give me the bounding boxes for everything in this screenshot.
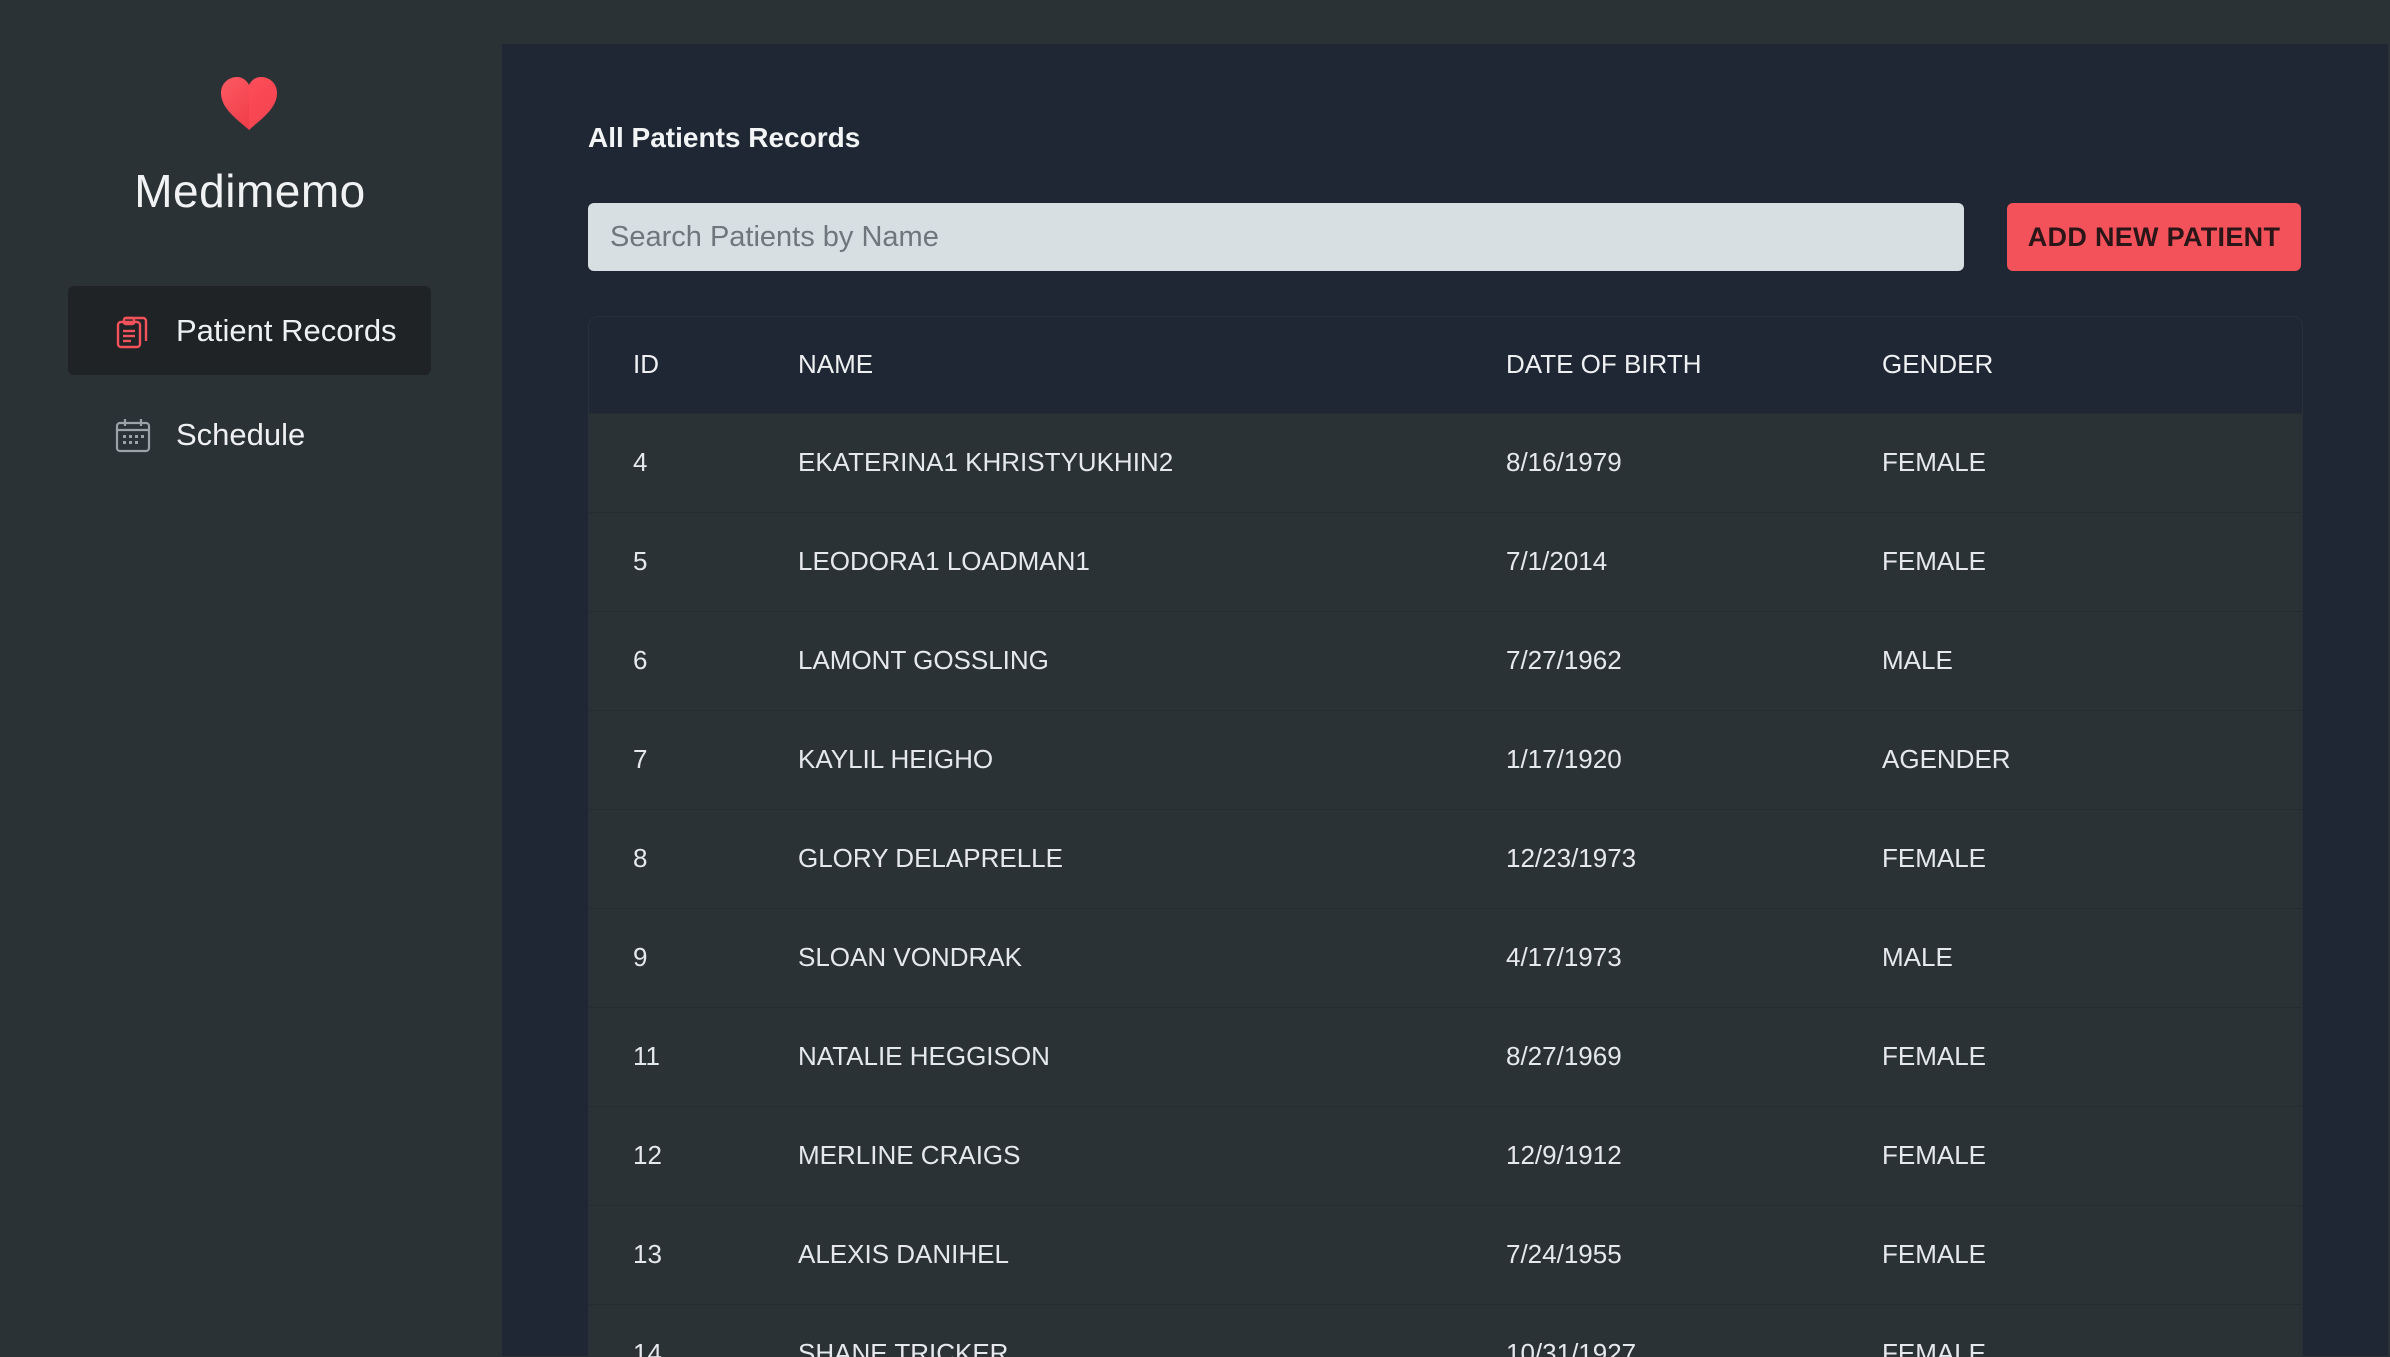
cell-dob: 8/16/1979	[1506, 447, 1622, 477]
heart-logo-icon	[219, 76, 279, 132]
table-row[interactable]: 11 NATALIE HEGGISON 8/27/1969 FEMALE	[589, 1007, 2302, 1106]
cell-name: KAYLIL HEIGHO	[798, 744, 994, 774]
cell-id: 4	[633, 447, 648, 477]
sidebar: Medimemo Patient Records Schedule	[0, 0, 502, 1356]
cell-dob: 7/27/1962	[1506, 645, 1622, 675]
cell-name: LAMONT GOSSLING	[798, 645, 1049, 675]
sidebar-item-schedule[interactable]: Schedule	[68, 390, 431, 479]
sidebar-item-label: Schedule	[176, 416, 306, 452]
cell-id: 12	[633, 1140, 662, 1170]
table-row[interactable]: 14 SHANE TRICKER 10/31/1927 FEMALE	[589, 1304, 2302, 1357]
cell-dob: 12/9/1912	[1506, 1140, 1622, 1170]
cell-dob: 7/1/2014	[1506, 546, 1608, 576]
cell-name: LEODORA1 LOADMAN1	[798, 546, 1090, 576]
cell-id: 11	[633, 1041, 660, 1071]
cell-dob: 12/23/1973	[1506, 843, 1637, 873]
cell-id: 5	[633, 546, 648, 576]
cell-dob: 4/17/1973	[1506, 942, 1622, 972]
column-header-id[interactable]: ID	[589, 317, 798, 413]
column-header-name[interactable]: NAME	[798, 317, 1506, 413]
table-row[interactable]: 12 MERLINE CRAIGS 12/9/1912 FEMALE	[589, 1106, 2302, 1205]
cell-id: 8	[633, 843, 648, 873]
page-title: All Patients Records	[588, 122, 861, 153]
main-content: All Patients Records ADD NEW PATIENT ID …	[502, 44, 2388, 1357]
top-bar	[502, 0, 2390, 44]
table-row[interactable]: 4 EKATERINA1 KHRISTYUKHIN2 8/16/1979 FEM…	[589, 413, 2302, 512]
cell-id: 9	[633, 942, 648, 972]
table-row[interactable]: 8 GLORY DELAPRELLE 12/23/1973 FEMALE	[589, 809, 2302, 908]
table-row[interactable]: 7 KAYLIL HEIGHO 1/17/1920 AGENDER	[589, 710, 2302, 809]
search-input[interactable]	[588, 203, 1964, 271]
clipboard-icon	[114, 312, 152, 350]
table-row[interactable]: 5 LEODORA1 LOADMAN1 7/1/2014 FEMALE	[589, 512, 2302, 611]
cell-name: ALEXIS DANIHEL	[798, 1239, 1009, 1269]
column-header-dob[interactable]: DATE OF BIRTH	[1506, 317, 1882, 413]
cell-id: 7	[633, 744, 648, 774]
table-row[interactable]: 9 SLOAN VONDRAK 4/17/1973 MALE	[589, 908, 2302, 1007]
cell-name: MERLINE CRAIGS	[798, 1140, 1021, 1170]
cell-gender: FEMALE	[1882, 546, 1987, 576]
cell-id: 6	[633, 645, 648, 675]
cell-gender: FEMALE	[1882, 843, 1987, 873]
cell-gender: FEMALE	[1882, 1338, 1987, 1357]
patients-table: ID NAME DATE OF BIRTH GENDER 4 EKATERINA…	[588, 316, 2303, 1357]
table-header-row: ID NAME DATE OF BIRTH GENDER	[589, 317, 2302, 413]
cell-gender: FEMALE	[1882, 1041, 1987, 1071]
table-row[interactable]: 6 LAMONT GOSSLING 7/27/1962 MALE	[589, 611, 2302, 710]
cell-gender: MALE	[1882, 942, 1953, 972]
add-new-patient-button[interactable]: ADD NEW PATIENT	[2007, 203, 2301, 271]
cell-dob: 10/31/1927	[1506, 1338, 1637, 1357]
sidebar-item-label: Patient Records	[176, 312, 397, 348]
cell-dob: 8/27/1969	[1506, 1041, 1622, 1071]
cell-id: 14	[633, 1338, 662, 1357]
cell-dob: 1/17/1920	[1506, 744, 1622, 774]
brand-name: Medimemo	[134, 165, 366, 217]
cell-name: GLORY DELAPRELLE	[798, 843, 1063, 873]
column-header-gender[interactable]: GENDER	[1882, 317, 2302, 413]
cell-name: SHANE TRICKER	[798, 1338, 1009, 1357]
cell-name: SLOAN VONDRAK	[798, 942, 1022, 972]
cell-gender: MALE	[1882, 645, 1953, 675]
table-row[interactable]: 13 ALEXIS DANIHEL 7/24/1955 FEMALE	[589, 1205, 2302, 1304]
cell-name: NATALIE HEGGISON	[798, 1041, 1050, 1071]
cell-gender: FEMALE	[1882, 447, 1987, 477]
cell-gender: AGENDER	[1882, 744, 2011, 774]
calendar-icon	[114, 416, 152, 454]
cell-gender: FEMALE	[1882, 1239, 1987, 1269]
cell-gender: FEMALE	[1882, 1140, 1987, 1170]
cell-name: EKATERINA1 KHRISTYUKHIN2	[798, 447, 1174, 477]
cell-dob: 7/24/1955	[1506, 1239, 1622, 1269]
cell-id: 13	[633, 1239, 662, 1269]
sidebar-item-patient-records[interactable]: Patient Records	[68, 286, 431, 375]
